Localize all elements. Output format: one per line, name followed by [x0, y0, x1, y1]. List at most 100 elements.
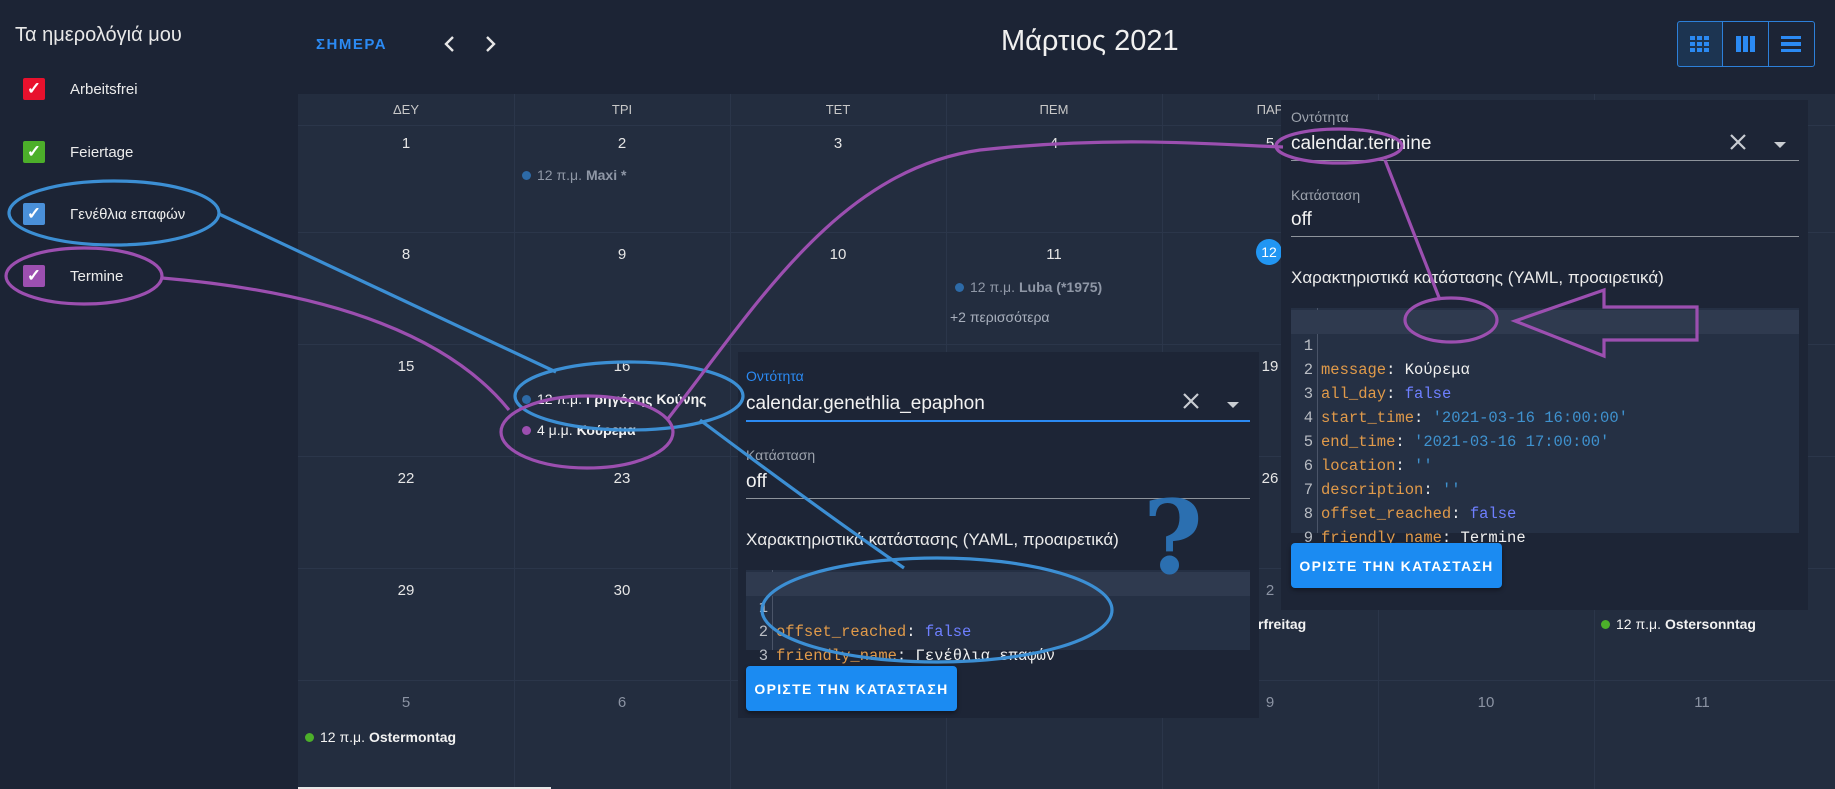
calendar-item-feiertage[interactable]: ✓ Feiertage — [23, 137, 133, 167]
code-line: 3 start_time: '2021-03-16 16:00:00' — [1303, 385, 1628, 427]
state-underline — [1291, 236, 1799, 237]
entity-input[interactable]: calendar.termine — [1291, 133, 1431, 155]
code-line: 2 friendly_name: Γενέθλια επαφών — [758, 623, 1056, 665]
day-number[interactable]: 10 — [1378, 694, 1594, 711]
event-time: 12 π.μ. — [537, 391, 582, 407]
day-number[interactable]: 5 — [298, 694, 514, 711]
checkbox-checked-icon[interactable]: ✓ — [23, 265, 45, 287]
event-koureme[interactable]: 4 μ.μ. Κούρεμα — [522, 422, 636, 438]
event-ostermontag[interactable]: 12 π.μ. Ostermontag — [305, 729, 456, 745]
entity-input[interactable]: calendar.genethlia_epaphon — [746, 393, 985, 415]
state-input[interactable]: off — [746, 471, 767, 493]
calendar-item-genethlia[interactable]: ✓ Γενέθλια επαφών — [23, 199, 185, 229]
day-number[interactable]: 2 — [514, 135, 730, 152]
code-line: 1 message: Κούρεμα — [1291, 310, 1799, 379]
month-view-icon — [1690, 36, 1710, 52]
event-dot — [522, 170, 531, 180]
chevron-left-icon[interactable] — [438, 30, 462, 58]
code-line: 4 end_time: '2021-03-16 17:00:00' — [1303, 409, 1610, 451]
more-events-link[interactable]: +2 περισσότερα — [950, 309, 1050, 325]
code-line: 6 description: '' — [1303, 457, 1461, 499]
day-number[interactable]: 23 — [514, 470, 730, 487]
entity-label: Οντότητα — [1291, 109, 1349, 125]
set-state-button[interactable]: ΟΡΙΣΤΕ ΤΗΝ ΚΑΤΑΣΤΑΣΗ — [1291, 543, 1502, 588]
sidebar: Τα ημερολόγιά μου ✓ Arbeitsfrei ✓ Feiert… — [0, 0, 298, 789]
day-number[interactable]: 6 — [514, 694, 730, 711]
set-state-button[interactable]: ΟΡΙΣΤΕ ΤΗΝ ΚΑΤΑΣΤΑΣΗ — [746, 666, 957, 711]
event-time: 12 π.μ. — [537, 167, 582, 183]
event-time: 12 π.μ. — [320, 729, 365, 745]
chevron-down-icon[interactable] — [1227, 402, 1239, 408]
entity-underline — [1291, 160, 1799, 161]
list-view-icon — [1781, 36, 1802, 52]
event-luba[interactable]: 12 π.μ. Luba (*1975) — [955, 279, 1102, 295]
day-number[interactable]: 11 — [946, 246, 1162, 263]
event-time: 4 μ.μ. — [537, 422, 573, 438]
day-number[interactable]: 1 — [298, 135, 514, 152]
day-number[interactable]: 3 — [730, 135, 946, 152]
state-label: Κατάσταση — [746, 447, 816, 463]
event-title: Κούρεμα — [576, 422, 636, 438]
event-title: Luba (*1975) — [1018, 279, 1103, 295]
yaml-editor[interactable]: 1 message: Κούρεμα 2 all_day: false 3 st… — [1291, 308, 1799, 547]
day-number[interactable]: 11 — [1594, 694, 1810, 711]
day-number[interactable]: 29 — [298, 582, 514, 599]
chevron-right-icon[interactable] — [478, 30, 502, 58]
entity-underline — [746, 420, 1250, 422]
event-dot — [522, 394, 531, 404]
weekday-header: ΤΡΙ — [611, 102, 633, 117]
checkbox-checked-icon[interactable]: ✓ — [23, 78, 45, 100]
calendar-item-arbeitsfrei[interactable]: ✓ Arbeitsfrei — [23, 74, 138, 104]
code-line: 2 all_day: false — [1303, 361, 1452, 403]
sidebar-title: Τα ημερολόγιά μου — [15, 24, 182, 46]
code-line: 7 offset_reached: false — [1303, 481, 1517, 523]
day-number[interactable]: 10 — [730, 246, 946, 263]
day-number[interactable]: 9 — [514, 246, 730, 263]
event-title: Γρηγόρης Κούνης — [585, 391, 707, 407]
event-gregoris[interactable]: 12 π.μ. Γρηγόρης Κούνης — [522, 391, 706, 407]
weekday-header: ΤΕΤ — [825, 102, 851, 117]
day-number[interactable]: 22 — [298, 470, 514, 487]
calendar-label: Arbeitsfrei — [70, 80, 138, 98]
question-mark: ? — [1143, 478, 1203, 598]
state-popup-termine: Οντότητα calendar.termine Κατάσταση off … — [1281, 100, 1808, 610]
code-line: 3 — [758, 647, 768, 665]
day-number[interactable]: 8 — [298, 246, 514, 263]
month-view-button[interactable] — [1678, 22, 1724, 66]
event-maxi[interactable]: 12 π.μ. Maxi * — [522, 167, 626, 183]
view-switcher — [1677, 21, 1815, 67]
entity-label: Οντότητα — [746, 368, 804, 384]
state-input[interactable]: off — [1291, 209, 1312, 231]
today-day-number[interactable]: 12 — [1256, 239, 1282, 265]
calendar-label: Γενέθλια επαφών — [70, 205, 186, 223]
event-title: Ostersonntag — [1664, 616, 1756, 632]
close-icon[interactable] — [1180, 390, 1202, 416]
close-icon[interactable] — [1727, 131, 1749, 157]
checkbox-checked-icon[interactable]: ✓ — [23, 141, 45, 163]
code-line: 9 — [1303, 529, 1313, 547]
event-karfreitag[interactable]: rfreitag — [1258, 616, 1306, 632]
today-button[interactable]: ΣΗΜΕΡΑ — [316, 36, 387, 53]
calendar-item-termine[interactable]: ✓ Termine — [23, 261, 123, 291]
day-number[interactable]: 16 — [514, 358, 730, 375]
event-dot — [955, 282, 964, 292]
event-time: 12 π.μ. — [970, 279, 1015, 295]
day-number[interactable]: 30 — [514, 582, 730, 599]
month-title: Μάρτιος 2021 — [1001, 25, 1179, 57]
code-line: 5 location: '' — [1303, 433, 1433, 475]
calendar-label: Termine — [70, 267, 124, 285]
week-view-button[interactable] — [1723, 22, 1769, 66]
event-title: Maxi * — [585, 167, 627, 183]
day-number[interactable]: 4 — [946, 135, 1162, 152]
list-view-button[interactable] — [1769, 22, 1814, 66]
event-time: 12 π.μ. — [1616, 616, 1661, 632]
day-number[interactable]: 15 — [298, 358, 514, 375]
event-ostersonntag[interactable]: 12 π.μ. Ostersonntag — [1601, 616, 1756, 632]
code-line: 8 friendly_name: Termine — [1303, 505, 1526, 547]
checkbox-checked-icon[interactable]: ✓ — [23, 203, 45, 225]
event-title: Ostermontag — [368, 729, 457, 745]
attributes-heading: Χαρακτηριστικά κατάστασης (YAML, προαιρε… — [1291, 268, 1664, 287]
weekday-header: ΠΕΜ — [1039, 102, 1069, 117]
chevron-down-icon[interactable] — [1774, 142, 1786, 148]
event-dot — [1601, 619, 1610, 629]
